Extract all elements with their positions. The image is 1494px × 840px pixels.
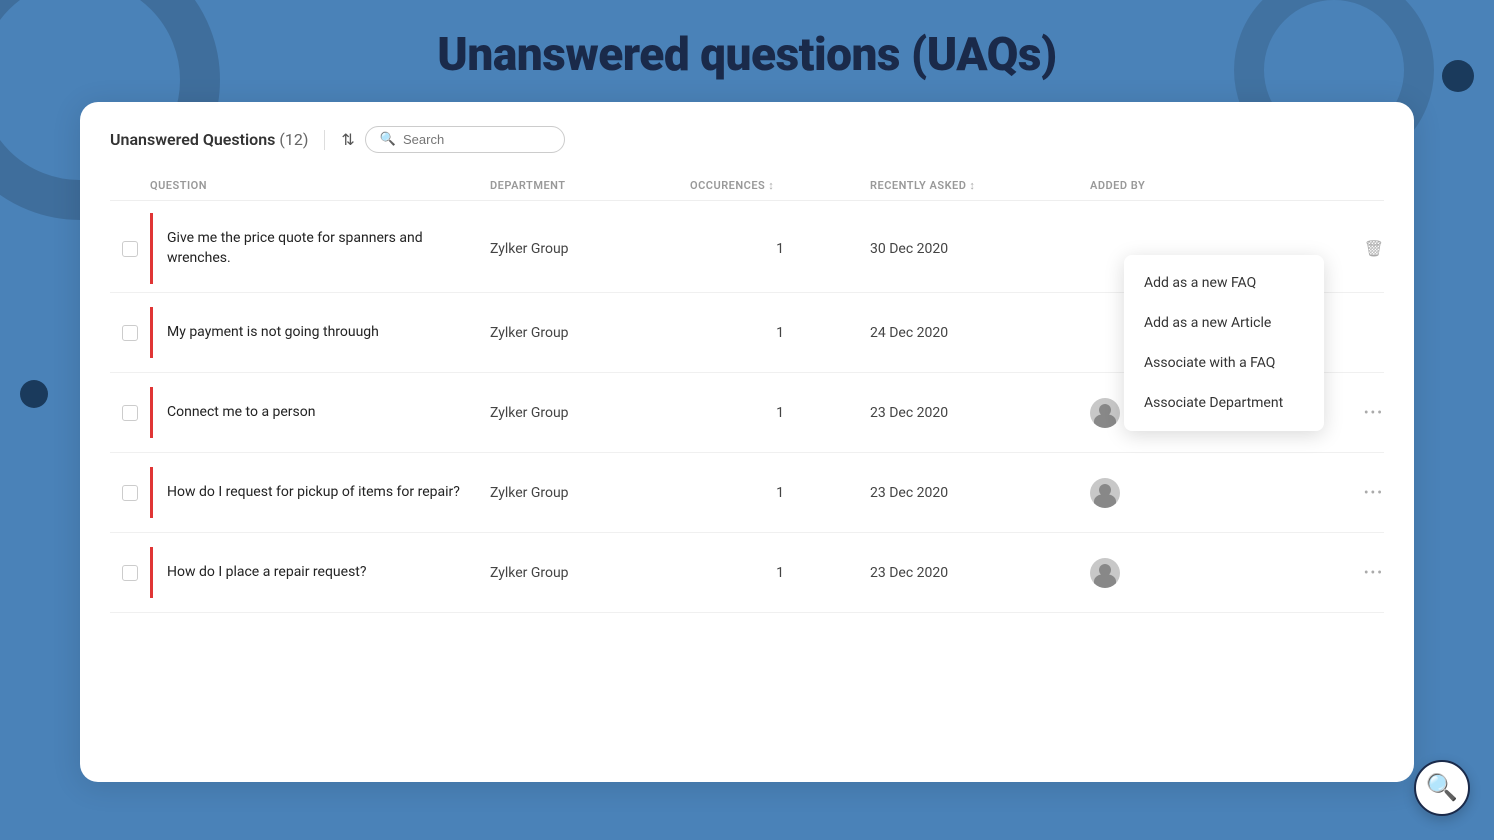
row-5-actions: ••• <box>1324 565 1384 581</box>
more-icon-5[interactable]: ••• <box>1364 565 1384 581</box>
row-4-dept: Zylker Group <box>490 485 690 501</box>
bg-dot-midleft <box>20 380 48 408</box>
bg-dot-topright <box>1442 60 1474 92</box>
avatar-4 <box>1090 478 1120 508</box>
row-2-date: 24 Dec 2020 <box>870 325 1090 341</box>
avatar-face-4 <box>1090 478 1120 508</box>
dropdown-item-assoc-dept[interactable]: Associate Department <box>1124 383 1324 423</box>
row-5-addedby <box>1090 558 1324 588</box>
th-department: DEPARTMENT <box>490 179 690 192</box>
search-box[interactable]: 🔍 <box>365 126 565 153</box>
row-3-checkbox[interactable] <box>110 405 150 421</box>
table-title: Unanswered Questions (12) <box>110 130 308 149</box>
header-divider <box>324 130 325 150</box>
row-4-question: How do I request for pickup of items for… <box>150 467 490 519</box>
table-count: (12) <box>279 130 308 149</box>
row-1-dept: Zylker Group <box>490 241 690 257</box>
dropdown-item-assoc-faq[interactable]: Associate with a FAQ <box>1124 343 1324 383</box>
row-3-occ: 1 <box>690 405 870 421</box>
row-3-date: 23 Dec 2020 <box>870 405 1090 421</box>
sort-icon-recent: ↕ <box>969 179 975 192</box>
th-actions <box>1324 179 1384 192</box>
avatar-3 <box>1090 398 1120 428</box>
table-header: QUESTION DEPARTMENT OCCURENCES ↕ RECENTL… <box>110 171 1384 201</box>
table-container: QUESTION DEPARTMENT OCCURENCES ↕ RECENTL… <box>110 171 1384 613</box>
dropdown-item-faq[interactable]: Add as a new FAQ <box>1124 263 1324 303</box>
row-4-occ: 1 <box>690 485 870 501</box>
th-recently-sort: RECENTLY ASKED ↕ <box>870 179 975 192</box>
row-5-checkbox[interactable] <box>110 565 150 581</box>
row-1-date: 30 Dec 2020 <box>870 241 1090 257</box>
search-icon: 🔍 <box>380 132 396 147</box>
row-5-dept: Zylker Group <box>490 565 690 581</box>
chat-button[interactable]: 🔍 <box>1414 760 1470 816</box>
checkbox-3[interactable] <box>122 405 138 421</box>
th-added-by: ADDED BY <box>1090 179 1324 192</box>
row-5-question: How do I place a repair request? <box>150 547 490 599</box>
more-icon-4[interactable]: ••• <box>1364 485 1384 501</box>
row-3-dept: Zylker Group <box>490 405 690 421</box>
avatar-5 <box>1090 558 1120 588</box>
row-2-occ: 1 <box>690 325 870 341</box>
row-2-question: My payment is not going throuugh <box>150 307 490 359</box>
table-row: How do I request for pickup of items for… <box>110 453 1384 533</box>
trash-icon-1[interactable]: 🗑 <box>1364 239 1384 258</box>
row-4-checkbox[interactable] <box>110 485 150 501</box>
row-1-question: Give me the price quote for spanners and… <box>150 213 490 284</box>
filter-icon[interactable]: ⇅ <box>341 130 354 149</box>
chat-icon: 🔍 <box>1426 773 1458 803</box>
row-4-date: 23 Dec 2020 <box>870 485 1090 501</box>
search-input[interactable] <box>403 132 543 147</box>
checkbox-4[interactable] <box>122 485 138 501</box>
table-row: How do I place a repair request? Zylker … <box>110 533 1384 613</box>
dropdown-menu: Add as a new FAQ Add as a new Article As… <box>1124 255 1324 431</box>
row-5-occ: 1 <box>690 565 870 581</box>
th-occurrences-sort: OCCURENCES ↕ <box>690 179 774 192</box>
row-4-actions: ••• <box>1324 485 1384 501</box>
main-card: Unanswered Questions (12) ⇅ 🔍 QUESTION D… <box>80 102 1414 782</box>
row-5-date: 23 Dec 2020 <box>870 565 1090 581</box>
more-icon-3[interactable]: ••• <box>1364 405 1384 421</box>
th-recently-asked[interactable]: RECENTLY ASKED ↕ <box>870 179 1090 192</box>
checkbox-1[interactable] <box>122 241 138 257</box>
checkbox-5[interactable] <box>122 565 138 581</box>
th-question: QUESTION <box>150 179 490 192</box>
row-4-addedby <box>1090 478 1324 508</box>
row-2-checkbox[interactable] <box>110 325 150 341</box>
row-3-question: Connect me to a person <box>150 387 490 439</box>
row-3-actions: ••• <box>1324 405 1384 421</box>
avatar-face-5 <box>1090 558 1120 588</box>
dropdown-item-article[interactable]: Add as a new Article <box>1124 303 1324 343</box>
checkbox-2[interactable] <box>122 325 138 341</box>
th-checkbox <box>110 179 150 192</box>
row-2-dept: Zylker Group <box>490 325 690 341</box>
sort-icon-occ: ↕ <box>768 179 774 192</box>
th-occurrences[interactable]: OCCURENCES ↕ <box>690 179 870 192</box>
avatar-face-3 <box>1090 398 1120 428</box>
row-1-checkbox[interactable] <box>110 241 150 257</box>
row-1-actions: 🗑 <box>1324 239 1384 258</box>
row-1-occ: 1 <box>690 241 870 257</box>
table-row: Give me the price quote for spanners and… <box>110 205 1384 293</box>
card-header: Unanswered Questions (12) ⇅ 🔍 <box>110 126 1384 153</box>
